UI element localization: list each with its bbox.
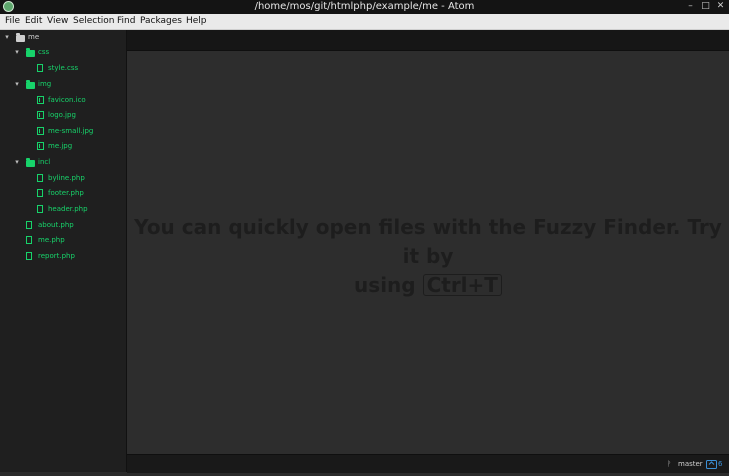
tree-root-me[interactable]: ▾ me — [0, 30, 126, 45]
chevron-down-icon[interactable]: ▾ — [13, 45, 21, 60]
image-file-icon — [37, 142, 44, 150]
tree-item-label: logo.jpg — [48, 111, 76, 119]
tree-item-label: style.css — [48, 64, 79, 72]
image-file-icon — [37, 127, 44, 135]
menu-edit[interactable]: Edit — [23, 14, 44, 29]
hint-line: You can quickly open files with the Fuzz… — [134, 215, 722, 268]
tree-item-label: me — [28, 33, 40, 41]
menu-find[interactable]: Find — [115, 14, 137, 29]
tree-item-label: header.php — [48, 205, 88, 213]
file-icon — [26, 236, 32, 244]
hint-using: using — [354, 273, 416, 297]
tree-folder-css[interactable]: ▾ css — [0, 45, 126, 60]
tree-file-report[interactable]: report.php — [0, 249, 126, 264]
chevron-down-icon[interactable]: ▾ — [13, 77, 21, 92]
file-icon — [37, 189, 43, 197]
folder-icon — [26, 48, 35, 57]
tree-item-label: byline.php — [48, 174, 85, 182]
tree-view: ▾ me ▾ css style.css ▾ img favicon.ico l… — [0, 30, 127, 472]
menu-selection[interactable]: Selection — [71, 14, 116, 29]
editor-pane[interactable]: You can quickly open files with the Fuzz… — [127, 51, 729, 454]
tree-file-byline[interactable]: byline.php — [0, 171, 126, 186]
tree-file-style-css[interactable]: style.css — [0, 61, 126, 76]
file-icon — [26, 252, 32, 260]
tree-file-me-small[interactable]: me-small.jpg — [0, 124, 126, 139]
menu-packages[interactable]: Packages — [138, 14, 184, 29]
menu-view[interactable]: View — [45, 14, 70, 29]
folder-icon — [16, 33, 25, 42]
file-icon — [37, 205, 43, 213]
menu-bar: File Edit View Selection Find Packages H… — [0, 14, 729, 30]
git-branch-icon: ᚹ — [667, 460, 672, 468]
file-icon — [37, 64, 43, 72]
file-icon — [26, 221, 32, 229]
package-updates-count[interactable]: 6 — [718, 455, 722, 473]
tree-file-logo[interactable]: logo.jpg — [0, 108, 126, 123]
tree-file-me-php[interactable]: me.php — [0, 233, 126, 248]
maximize-icon[interactable]: □ — [700, 1, 711, 12]
fuzzy-finder-hint: You can quickly open files with the Fuzz… — [127, 213, 729, 300]
tree-item-label: me.php — [38, 236, 65, 244]
chevron-down-icon[interactable]: ▾ — [13, 155, 21, 170]
tree-item-label: me-small.jpg — [48, 127, 94, 135]
window-title: /home/mos/git/htmlphp/example/me - Atom — [254, 1, 475, 12]
window-titlebar: /home/mos/git/htmlphp/example/me - Atom … — [0, 0, 729, 14]
file-icon — [37, 174, 43, 182]
chevron-down-icon[interactable]: ▾ — [3, 30, 11, 45]
tree-file-about[interactable]: about.php — [0, 218, 126, 233]
close-icon[interactable]: ✕ — [715, 1, 726, 12]
tree-file-me-jpg[interactable]: me.jpg — [0, 139, 126, 154]
tree-item-label: img — [38, 80, 52, 88]
tab-bar[interactable] — [127, 30, 729, 51]
minimize-icon[interactable]: – — [685, 1, 696, 12]
tree-item-label: footer.php — [48, 189, 84, 197]
tree-folder-img[interactable]: ▾ img — [0, 77, 126, 92]
git-branch-label[interactable]: master — [678, 455, 703, 473]
tree-item-label: about.php — [38, 221, 74, 229]
tree-item-label: me.jpg — [48, 142, 73, 150]
folder-icon — [26, 158, 35, 167]
keybinding-badge: Ctrl+T — [422, 274, 502, 296]
tree-file-header[interactable]: header.php — [0, 202, 126, 217]
image-file-icon — [37, 111, 44, 119]
menu-help[interactable]: Help — [184, 14, 209, 29]
tree-item-label: css — [38, 48, 50, 56]
tree-file-favicon[interactable]: favicon.ico — [0, 93, 126, 108]
folder-icon — [26, 80, 35, 89]
tree-item-label: favicon.ico — [48, 96, 86, 104]
tree-folder-incl[interactable]: ▾ incl — [0, 155, 126, 170]
package-updates-icon[interactable] — [706, 455, 717, 473]
tree-item-label: incl — [38, 158, 51, 166]
status-bar: ᚹ master 6 — [127, 454, 729, 473]
hint-line-2: using Ctrl+T — [127, 271, 729, 300]
tree-item-label: report.php — [38, 252, 75, 260]
tree-file-footer[interactable]: footer.php — [0, 186, 126, 201]
image-file-icon — [37, 96, 44, 104]
menu-file[interactable]: File — [3, 14, 22, 29]
